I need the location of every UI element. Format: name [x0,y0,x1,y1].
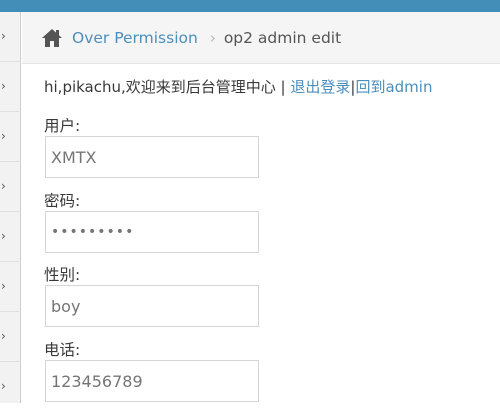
breadcrumb: Over Permission › op2 admin edit [22,12,500,64]
username-field[interactable] [45,136,259,178]
phone-field[interactable] [45,360,259,402]
sidebar-item[interactable]: › [0,312,21,362]
welcome-text: hi,pikachu,欢迎来到后台管理中心 [44,78,276,96]
username-label: 用户: [44,117,81,135]
back-to-admin-link[interactable]: 回到admin [355,78,432,96]
welcome-divider: | [275,78,291,96]
chevron-right-icon: › [1,229,6,243]
sidebar: › › › › › › › › [0,12,21,403]
phone-label: 电话: [44,341,81,359]
sidebar-item[interactable]: › [0,162,21,212]
chevron-right-icon: › [1,329,6,343]
gender-label: 性别: [44,266,81,284]
chevron-right-icon: › [1,29,6,43]
sidebar-item[interactable]: › [0,112,21,162]
breadcrumb-current: op2 admin edit [223,28,342,47]
chevron-right-icon: › [1,79,6,93]
chevron-right-icon: › [1,379,6,393]
sidebar-item[interactable]: › [0,12,21,62]
password-label: 密码: [44,192,81,210]
gender-field[interactable] [45,285,259,327]
sidebar-item[interactable]: › [0,262,21,312]
password-field[interactable] [45,211,259,253]
main-content: hi,pikachu,欢迎来到后台管理中心 | 退出登录|回到admin 用户:… [44,64,500,403]
sidebar-item[interactable]: › [0,212,21,262]
chevron-right-icon: › [1,179,6,193]
chevron-right-icon: › [1,129,6,143]
welcome-line: hi,pikachu,欢迎来到后台管理中心 | 退出登录|回到admin [44,76,432,97]
breadcrumb-link-over-permission[interactable]: Over Permission [72,29,198,47]
top-navbar [0,0,500,12]
chevron-right-icon: › [1,279,6,293]
home-icon[interactable] [41,27,63,49]
breadcrumb-separator-icon: › [209,28,216,47]
sidebar-item[interactable]: › [0,62,21,112]
logout-link[interactable]: 退出登录 [290,78,350,96]
sidebar-item[interactable]: › [0,362,21,412]
